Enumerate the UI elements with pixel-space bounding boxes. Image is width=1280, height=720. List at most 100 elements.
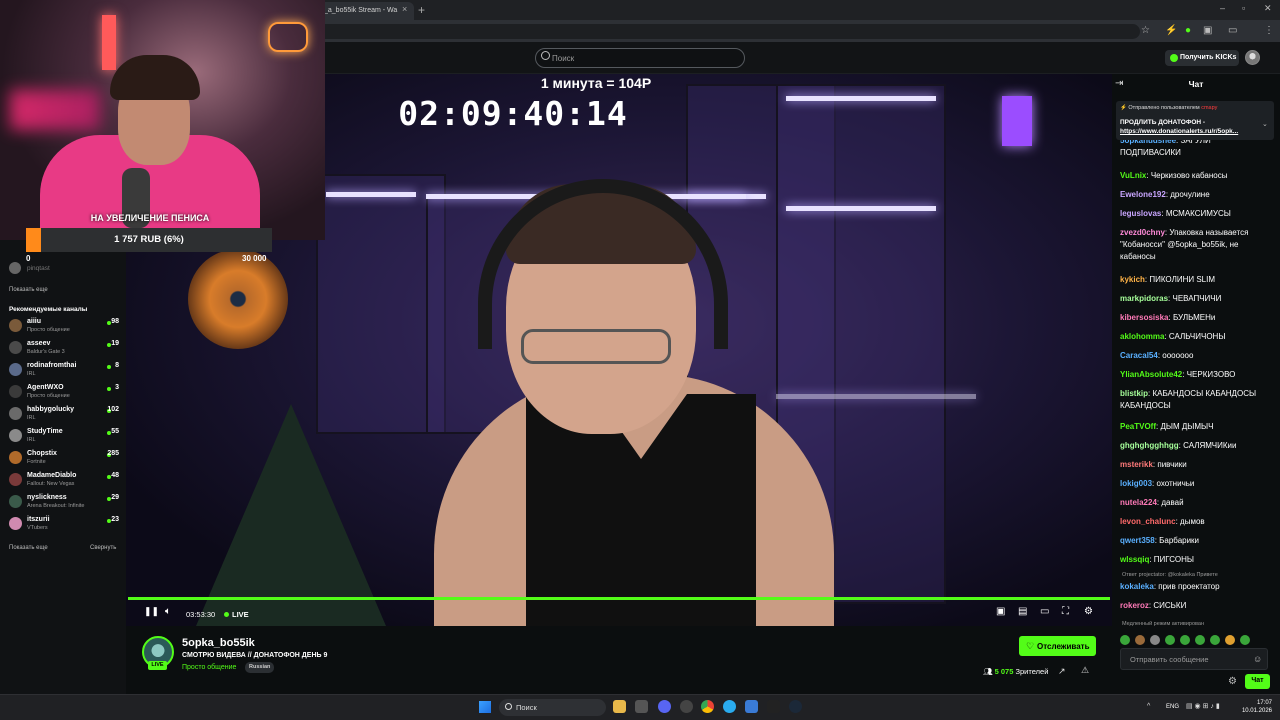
minimize-icon[interactable]: –: [1220, 3, 1225, 13]
chat-username[interactable]: Caracal54: [1120, 351, 1158, 360]
emoji-icon[interactable]: ☺: [1253, 654, 1262, 664]
collapse-sidebar-button[interactable]: Свернуть: [90, 545, 116, 551]
pause-icon[interactable]: ❚❚: [144, 606, 159, 617]
chat-username[interactable]: lokig003: [1120, 479, 1152, 488]
channel-name: nyslickness: [27, 494, 67, 501]
emote-icon[interactable]: [1225, 635, 1235, 645]
browser-menu-icon[interactable]: ⋮: [1264, 25, 1274, 36]
volume-icon[interactable]: 🔈︎: [165, 606, 171, 617]
mini-player-icon[interactable]: ▣: [996, 606, 1005, 617]
live-label[interactable]: LIVE: [232, 610, 249, 619]
live-dot-icon: [107, 387, 111, 391]
chat-username[interactable]: kibersosiska: [1120, 313, 1168, 322]
chat-username[interactable]: wlssqiq: [1120, 555, 1149, 564]
sidebar-channel[interactable]: StudyTime IRL 55: [9, 428, 121, 448]
channel-name: rodinafromthai: [27, 362, 77, 369]
chat-input[interactable]: [1120, 648, 1268, 670]
sidebar-channel[interactable]: rodinafromthai IRL 8: [9, 362, 121, 382]
theater-mode-icon[interactable]: ▭: [1040, 606, 1049, 617]
extension-icon[interactable]: ●: [1185, 25, 1191, 36]
browser-tab[interactable]: _a_bo55ik Stream - Wa: [318, 2, 414, 20]
emote-icon[interactable]: [1240, 635, 1250, 645]
close-window-icon[interactable]: ✕: [1264, 3, 1272, 14]
fullscreen-icon[interactable]: ⛶: [1062, 606, 1069, 617]
sidebar-channel[interactable]: habbygolucky IRL 102: [9, 406, 121, 426]
chat-settings-icon[interactable]: ⚙: [1228, 676, 1237, 687]
following-avatar[interactable]: [9, 262, 21, 274]
sidepanel-icon[interactable]: ▭: [1228, 25, 1237, 36]
app-icon[interactable]: [680, 700, 693, 713]
chat-username[interactable]: PeaTVOff: [1120, 422, 1156, 431]
chat-username[interactable]: Ewelone192: [1120, 190, 1166, 199]
steam-icon[interactable]: [789, 700, 802, 713]
share-icon[interactable]: ↗: [1058, 666, 1066, 677]
pinned-link[interactable]: https://www.donationalerts.ru/r/5opk...: [1120, 127, 1260, 136]
sidebar-channel[interactable]: AgentWXO Просто общение 3: [9, 384, 121, 404]
language-tag[interactable]: Russian: [245, 662, 275, 673]
sidebar-channel[interactable]: asseev Baldur's Gate 3 19: [9, 340, 121, 360]
app-icon[interactable]: [745, 700, 758, 713]
pinned-by-user[interactable]: cmapy: [1201, 105, 1217, 111]
app-icon[interactable]: [635, 700, 648, 713]
discord-icon[interactable]: [658, 700, 671, 713]
chrome-icon[interactable]: [701, 700, 714, 713]
emote-icon[interactable]: [1150, 635, 1160, 645]
search-input[interactable]: [552, 49, 732, 67]
stream-category[interactable]: Просто общение: [182, 664, 236, 671]
emote-icon[interactable]: [1210, 635, 1220, 645]
search-icon: [505, 703, 512, 710]
clock[interactable]: 17:07 10.01.2026: [1240, 699, 1272, 715]
telegram-icon[interactable]: [723, 700, 736, 713]
send-chat-button[interactable]: Чат: [1245, 674, 1270, 689]
chat-username[interactable]: nutela224: [1120, 498, 1157, 507]
chat-username[interactable]: ghghghgghhgg: [1120, 441, 1179, 450]
tray-chevron-icon[interactable]: ^: [1147, 703, 1150, 710]
chat-username[interactable]: qwert358: [1120, 536, 1155, 545]
show-more-following[interactable]: Показать еще: [9, 287, 48, 293]
emote-icon[interactable]: [1180, 635, 1190, 645]
user-avatar[interactable]: [1245, 50, 1260, 65]
chat-username[interactable]: kokaleka: [1120, 582, 1154, 591]
address-bar[interactable]: [310, 24, 1140, 39]
channel-viewers: 29: [111, 494, 119, 501]
chat-username[interactable]: levon_chalunc: [1120, 517, 1176, 526]
chat-username[interactable]: blistkip: [1120, 389, 1148, 398]
sidebar-channel[interactable]: MadameDiablo Fallout: New Vegas 48: [9, 472, 121, 492]
keyboard-language[interactable]: ENG: [1166, 704, 1179, 710]
maximize-icon[interactable]: ▫: [1242, 3, 1245, 13]
file-explorer-icon[interactable]: [613, 700, 626, 713]
obs-icon[interactable]: [767, 700, 780, 713]
emote-icon[interactable]: [1195, 635, 1205, 645]
chat-username[interactable]: msterikk: [1120, 460, 1153, 469]
extension-icon[interactable]: ⚡: [1165, 25, 1177, 36]
clip-icon[interactable]: ▤: [1018, 606, 1027, 617]
sidebar-channel[interactable]: itszurii VTubers 23: [9, 516, 121, 536]
extensions-puzzle-icon[interactable]: ▣: [1203, 25, 1212, 36]
chat-username[interactable]: kykich: [1120, 275, 1145, 284]
chevron-down-icon[interactable]: ⌄: [1262, 120, 1268, 128]
chat-username[interactable]: zvezd0chny: [1120, 228, 1165, 237]
bookmark-star-icon[interactable]: ☆: [1141, 25, 1150, 36]
windows-start-icon[interactable]: [479, 701, 491, 713]
emote-icon[interactable]: [1135, 635, 1145, 645]
emote-icon[interactable]: [1165, 635, 1175, 645]
chat-username[interactable]: YlianAbsolute42: [1120, 370, 1182, 379]
tray-icons[interactable]: ▤ ◉ ⊞ ♪ ▮: [1186, 702, 1220, 710]
channel-name: habbygolucky: [27, 406, 75, 413]
show-more-recommended[interactable]: Показать еще: [9, 545, 48, 551]
sidebar-channel[interactable]: nyslickness Arena Breakout: Infinite 29: [9, 494, 121, 514]
chat-username[interactable]: leguslovas: [1120, 209, 1161, 218]
streamer-name[interactable]: 5opka_bo55ik: [182, 637, 255, 649]
chat-username[interactable]: aklohomma: [1120, 332, 1164, 341]
chat-username[interactable]: rokeroz: [1120, 601, 1149, 610]
chat-username[interactable]: markpidoras: [1120, 294, 1168, 303]
sidebar-channel[interactable]: aiiiu Просто общение 98: [9, 318, 121, 338]
following-name[interactable]: pinqtast: [27, 265, 50, 272]
new-tab-button[interactable]: +: [418, 3, 425, 17]
chat-username[interactable]: VuLnix: [1120, 171, 1146, 180]
tab-close-icon[interactable]: ×: [402, 4, 407, 14]
emote-icon[interactable]: [1120, 635, 1130, 645]
settings-gear-icon[interactable]: ⚙: [1084, 606, 1093, 617]
report-icon[interactable]: ⚠: [1081, 665, 1089, 676]
sidebar-channel[interactable]: Chopstix Fortnite 285: [9, 450, 121, 470]
